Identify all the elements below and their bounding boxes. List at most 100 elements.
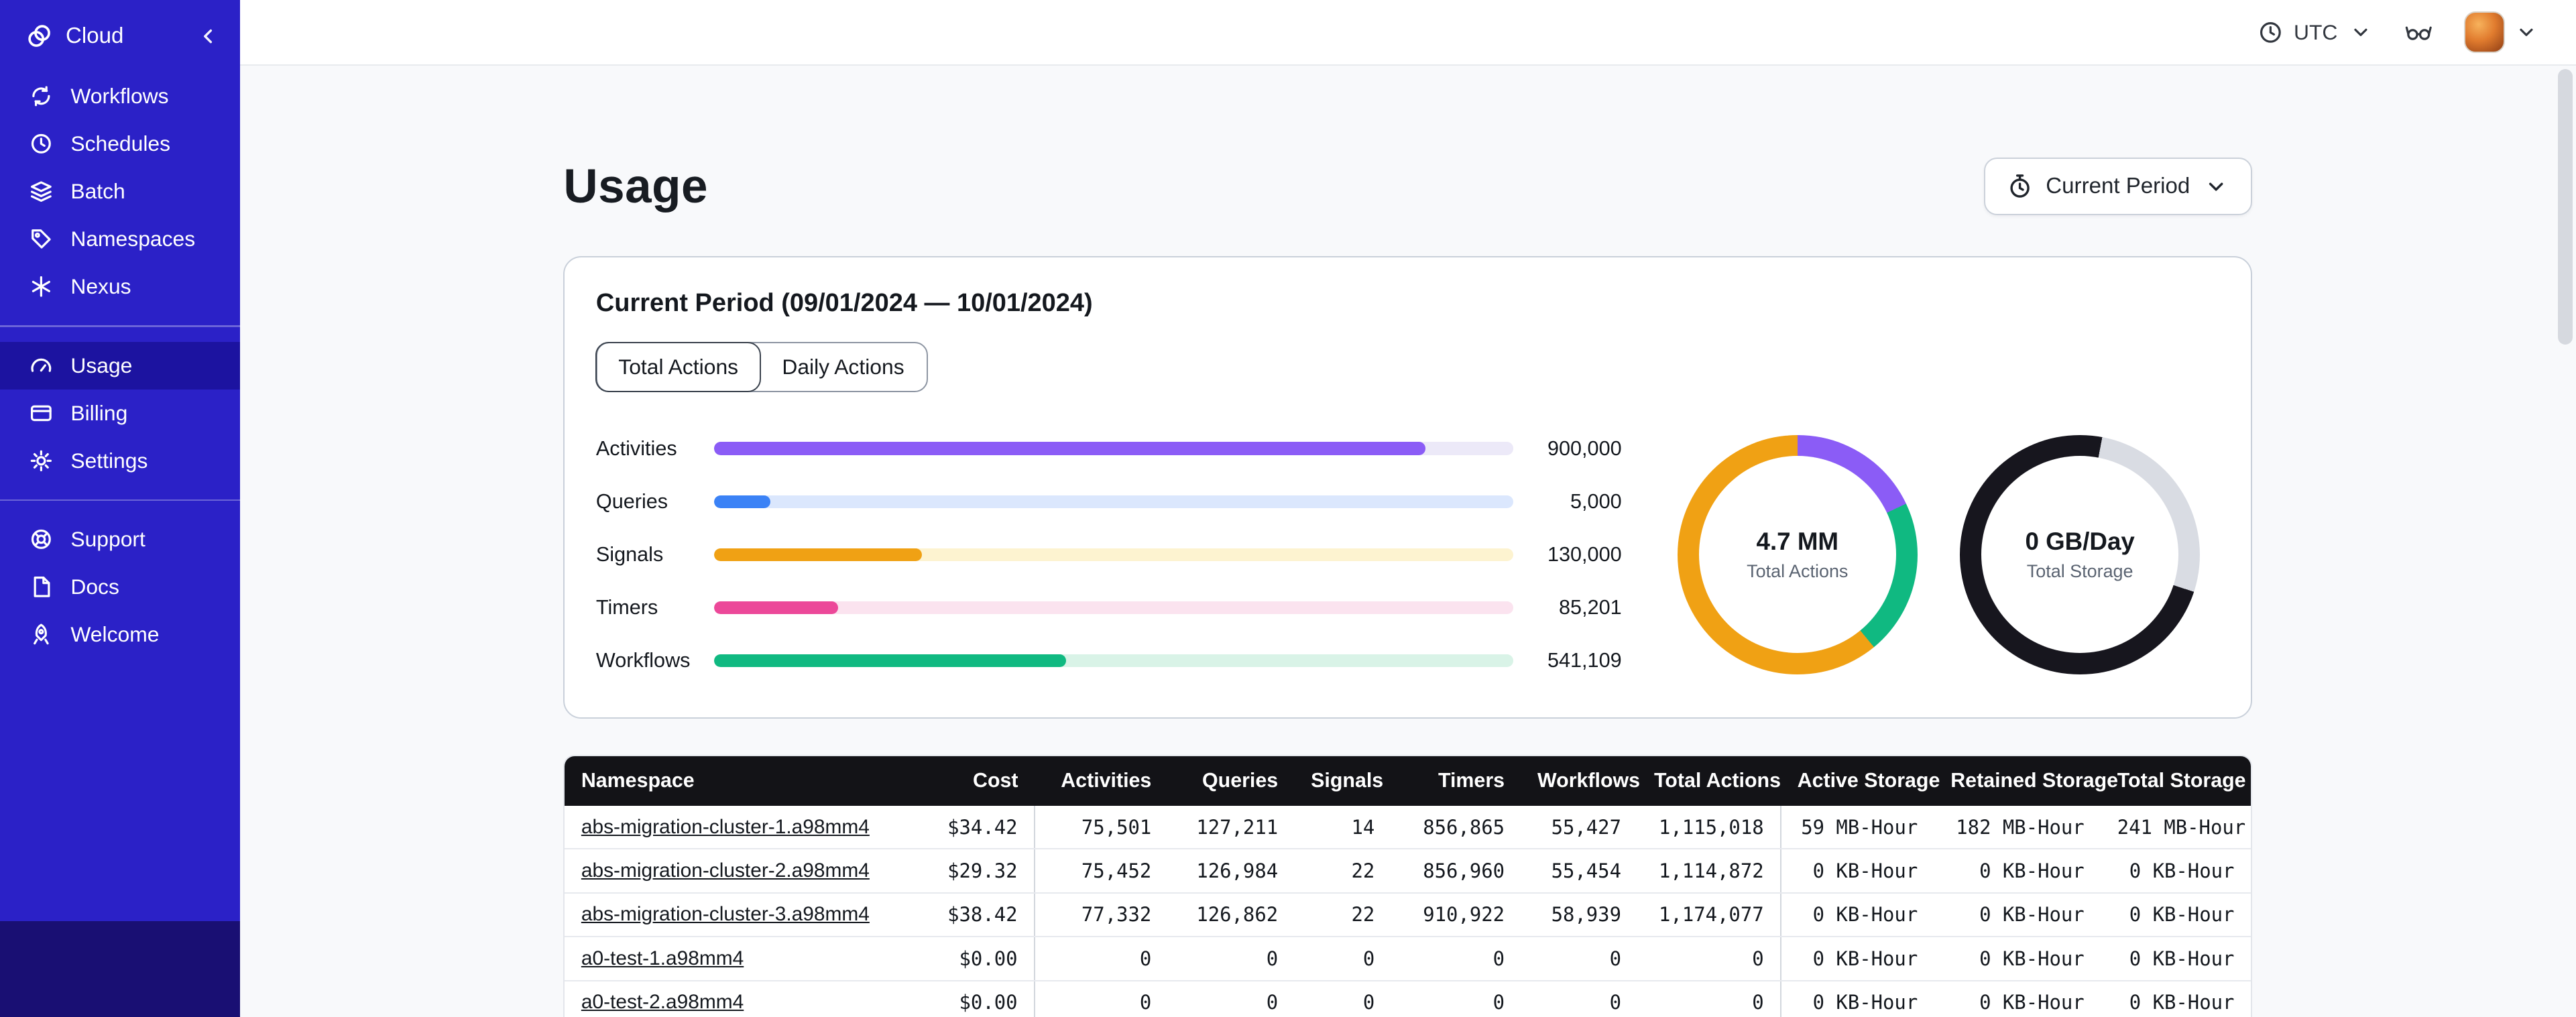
cell-active-storage: 0 KB-Hour [1780,892,1934,938]
sidebar-divider [0,325,240,327]
col-header-cost: Cost [928,756,1035,806]
cell-activities: 77,332 [1034,892,1168,938]
sidebar-item-label: Docs [70,575,119,599]
bar-row-queries: Queries 5,000 [596,490,1622,514]
period-dropdown-button[interactable]: Current Period [1983,158,2252,215]
cell-cost: $0.00 [928,980,1035,1017]
clock-icon [2258,19,2284,45]
sidebar-item-batch[interactable]: Batch [0,168,240,215]
content-inner: Usage Current Period Current Period (09/… [563,66,2252,1017]
bar-label: Activities [595,436,677,460]
sidebar-item-label: Batch [70,178,125,203]
avatar [2464,11,2506,53]
bar-value: 541,109 [1547,649,1622,672]
namespaces-icon [28,226,54,252]
bar-value: 130,000 [1547,542,1622,566]
cell-total-storage: 0 KB-Hour [2101,849,2251,894]
cell-timers: 856,960 [1391,849,1521,894]
bar-row-timers: Timers 85,201 [596,596,1622,619]
cell-signals: 22 [1294,849,1391,894]
bar-track [714,495,1513,509]
donut-center: 4.7 MM Total Actions [1678,435,1918,675]
cell-active-storage: 0 KB-Hour [1780,980,1934,1017]
profile-menu[interactable] [2464,11,2540,53]
bar-label: Timers [595,595,658,619]
bar-label: Queries [595,489,668,513]
sidebar-item-welcome[interactable]: Welcome [0,611,240,658]
timezone-picker[interactable]: UTC [2258,19,2374,45]
cell-activities: 0 [1034,980,1168,1017]
namespace-link[interactable]: abs-migration-cluster-1.a98mm4 [581,816,870,838]
cell-activities: 75,501 [1034,806,1168,850]
bar-row-workflows: Workflows 541,109 [596,649,1622,672]
scrollbar[interactable] [2557,68,2573,1017]
sidebar-item-settings[interactable]: Settings [0,437,240,485]
table-header: Namespace Cost Activities Queries Signals Tim… [565,756,2251,806]
cell-active-storage: 0 KB-Hour [1780,937,1934,981]
col-header-queries: Queries [1167,756,1295,806]
sidebar-item-schedules[interactable]: Schedules [0,120,240,168]
cell-workflows: 55,454 [1521,849,1638,894]
sidebar-item-label: Welcome [70,622,160,647]
timezone-label: UTC [2293,19,2338,44]
sidebar-item-billing[interactable]: Billing [0,390,240,437]
bar-label: Workflows [595,649,691,672]
cell-retained-storage: 182 MB-Hour [1934,806,2101,850]
cell-timers: 0 [1391,980,1521,1017]
support-icon [28,526,54,552]
billing-icon [28,400,54,426]
sidebar-item-label: Usage [70,353,133,377]
cell-total-actions: 0 [1637,937,1781,981]
sidebar-nav-help: Support Docs Welcome [0,516,240,658]
bar-row-signals: Signals 130,000 [596,543,1622,566]
sidebar-item-namespaces[interactable]: Namespaces [0,215,240,263]
scrollbar-thumb[interactable] [2557,68,2573,345]
namespace-cell: abs-migration-cluster-3.a98mm4 [565,892,929,938]
sidebar-item-nexus[interactable]: Nexus [0,263,240,310]
cell-queries: 126,862 [1167,892,1295,938]
welcome-icon [28,621,54,648]
donut-total-storage: 0 GB/Day Total Storage [1960,434,2200,675]
cell-signals: 0 [1294,980,1391,1017]
cell-total-storage: 241 MB-Hour [2101,806,2251,850]
col-header-retained-storage: Retained Storage [1934,756,2118,806]
sidebar-item-docs[interactable]: Docs [0,563,240,611]
bar-fill [714,654,1066,668]
table-row: abs-migration-cluster-1.a98mm4 $34.42 75,5… [565,806,2251,850]
namespace-link[interactable]: a0-test-1.a98mm4 [581,947,744,969]
cell-retained-storage: 0 KB-Hour [1934,849,2101,894]
table-row: a0-test-2.a98mm4 $0.00 0 0 0 0 0 0 0 KB-Hour 0 KB… [565,980,2251,1017]
namespace-link[interactable]: abs-migration-cluster-2.a98mm4 [581,859,870,882]
glasses-icon[interactable] [2403,19,2435,45]
sidebar-item-label: Namespaces [70,226,196,251]
bar-track [714,442,1513,455]
bar-fill [714,495,770,509]
bar-value: 900,000 [1547,436,1622,460]
col-header-signals: Signals [1294,756,1391,806]
actions-bar-chart: Activities 900,000 Queries 5,000 Signals 130,… [596,437,1622,672]
namespace-cell: abs-migration-cluster-2.a98mm4 [565,849,929,894]
col-header-active-storage: Active Storage [1781,756,1940,806]
cell-workflows: 58,939 [1521,892,1638,938]
sidebar-item-label: Workflows [70,83,169,108]
chevron-down-icon [2347,19,2374,45]
sidebar-item-usage[interactable]: Usage [0,341,240,390]
namespace-cell: a0-test-1.a98mm4 [565,937,929,981]
tab-daily-actions[interactable]: Daily Actions [759,343,927,390]
namespace-link[interactable]: a0-test-2.a98mm4 [581,991,744,1013]
cell-activities: 0 [1034,937,1168,981]
content-scroll-area[interactable]: Usage Current Period Current Period (09/… [239,66,2576,1017]
tab-total-actions[interactable]: Total Actions [595,342,761,393]
donut-label: Total Actions [1747,560,1849,581]
bar-fill [714,548,923,562]
sidebar-collapse-icon[interactable] [197,25,220,48]
namespace-link[interactable]: abs-migration-cluster-3.a98mm4 [581,903,870,925]
cell-timers: 910,922 [1391,892,1521,938]
period-dropdown-label: Current Period [2046,174,2190,199]
table-row: abs-migration-cluster-3.a98mm4 $38.42 77,3… [565,892,2251,938]
sidebar-item-workflows[interactable]: Workflows [0,72,240,120]
cell-cost: $38.42 [928,892,1035,938]
cell-total-storage: 0 KB-Hour [2101,937,2251,981]
sidebar-item-support[interactable]: Support [0,516,240,563]
sidebar-item-label: Nexus [70,274,131,298]
